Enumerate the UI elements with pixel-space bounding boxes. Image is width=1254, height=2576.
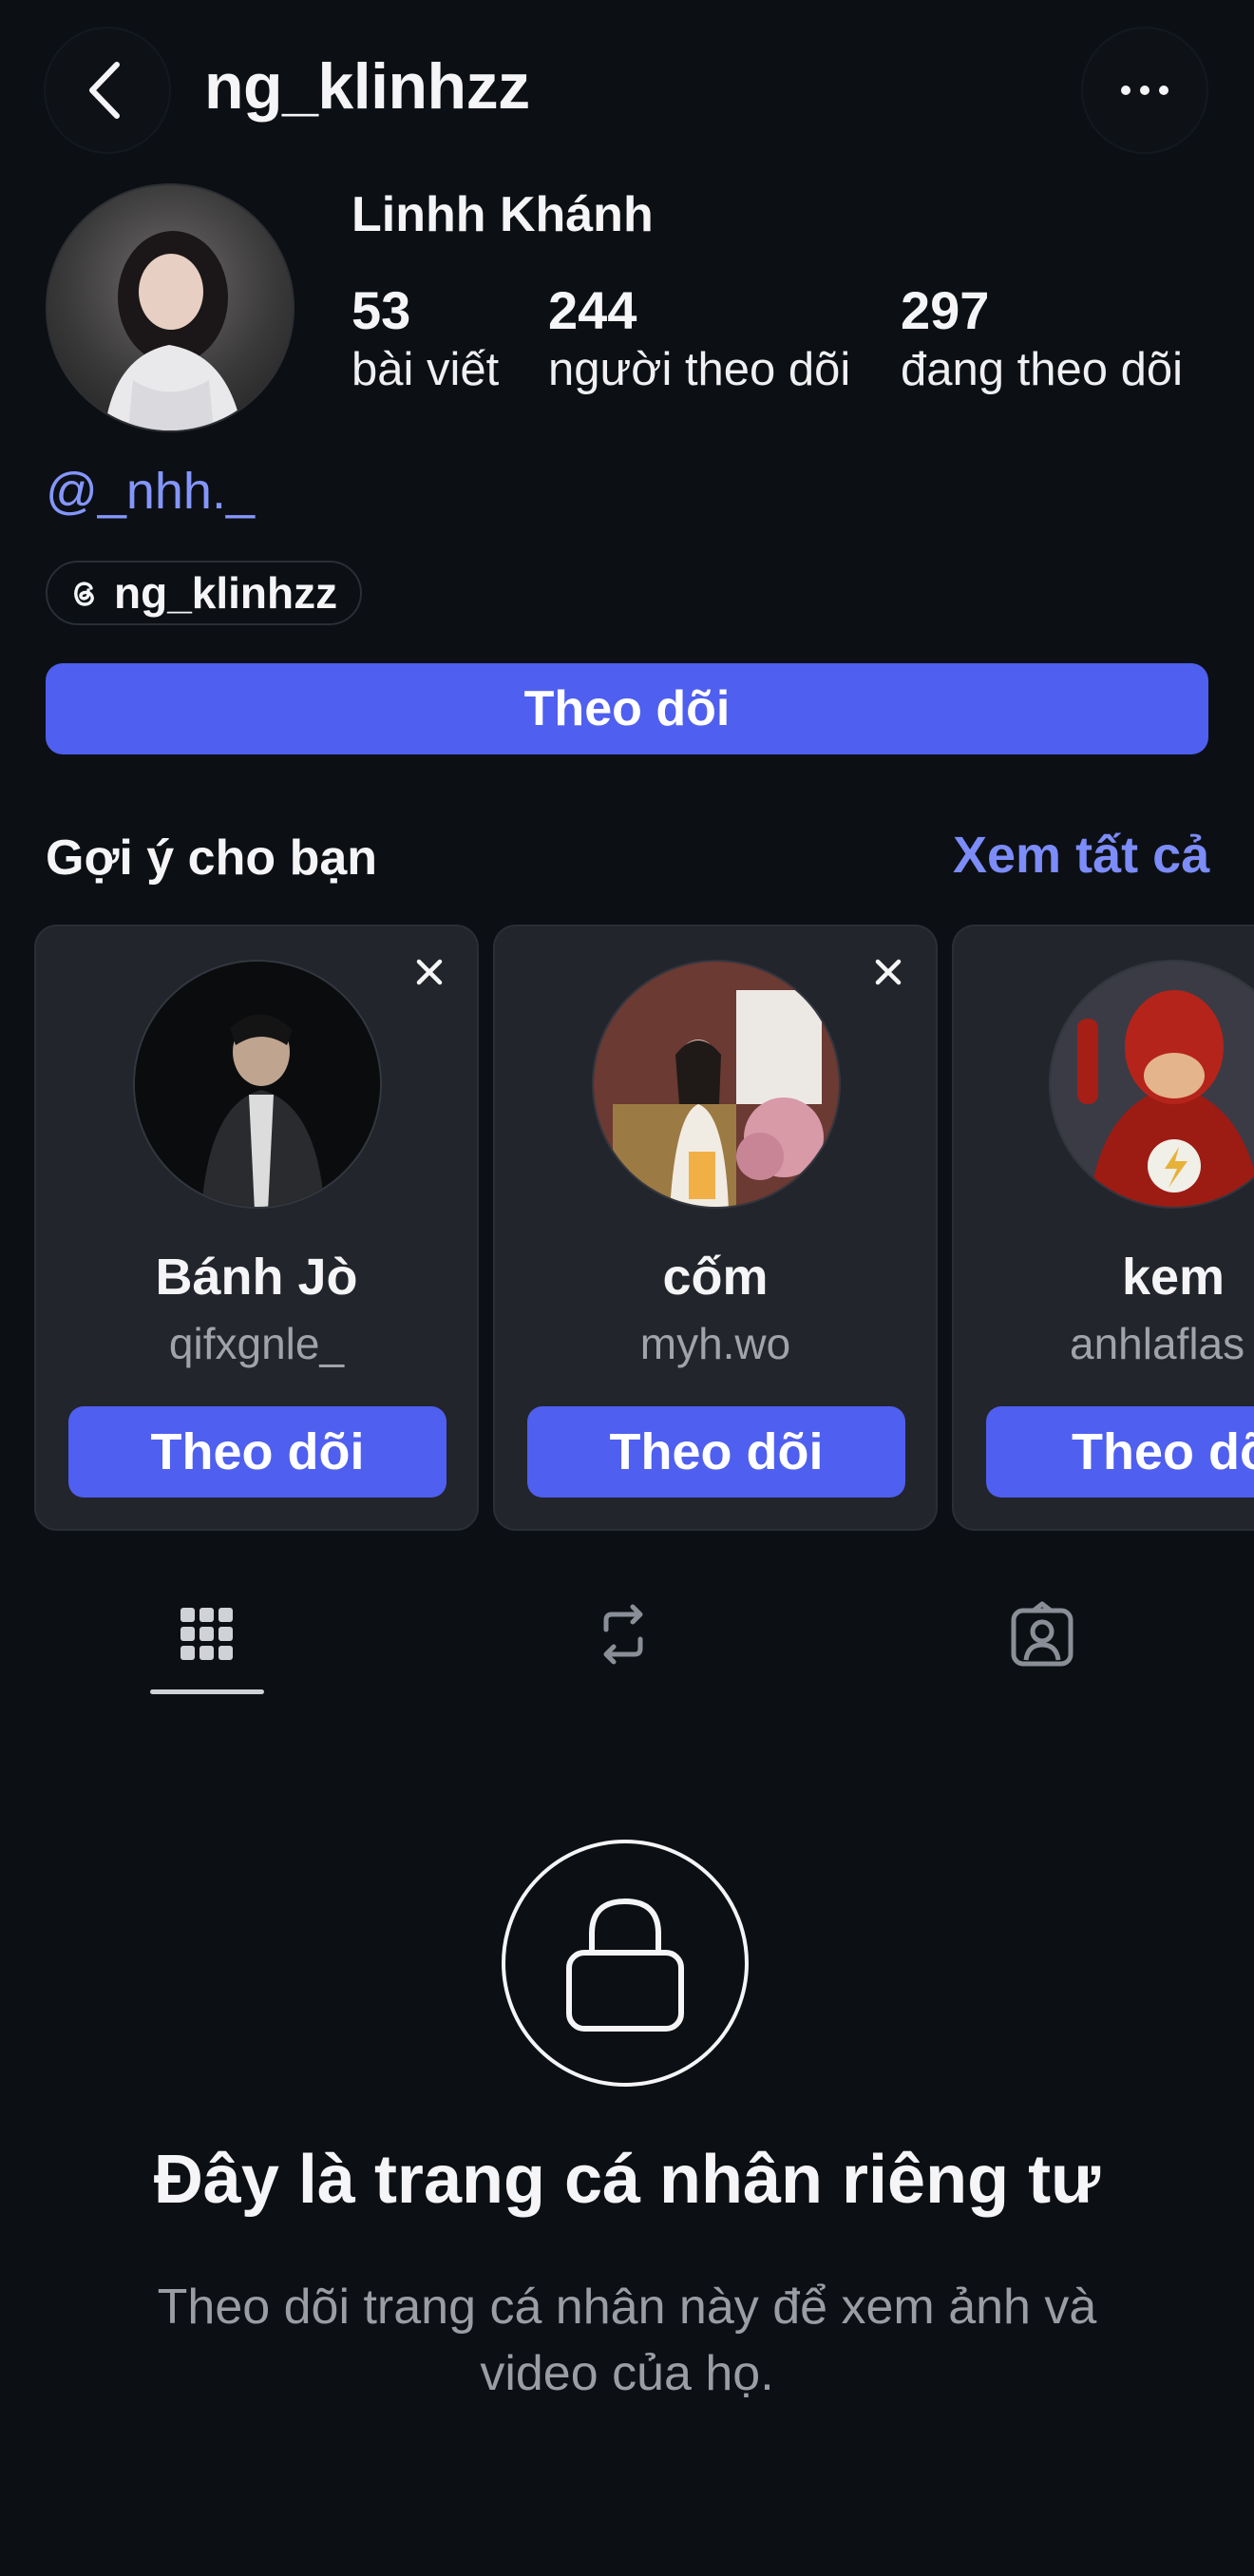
see-all-link[interactable]: Xem tất cả: [953, 826, 1209, 885]
close-icon: [416, 959, 443, 985]
suggestion-follow-button[interactable]: Theo dõi: [527, 1406, 905, 1498]
stat-following[interactable]: 297 đang theo dõi: [901, 280, 1183, 398]
follow-button[interactable]: Theo dõi: [46, 663, 1208, 754]
profile-photo: [104, 231, 242, 430]
suggestions-title: Gợi ý cho bạn: [46, 830, 378, 886]
stat-followers-value: 244: [548, 280, 637, 340]
repost-icon: [603, 1604, 643, 1665]
stat-following-label: đang theo dõi: [901, 344, 1183, 395]
grid-icon: [180, 1608, 233, 1660]
threads-handle: ng_klinhzz: [114, 568, 338, 618]
dismiss-suggestion-button[interactable]: [860, 944, 917, 1001]
suggestion-name: cốm: [662, 1249, 769, 1306]
tab-tagged[interactable]: [995, 1587, 1090, 1682]
suggestion-avatar[interactable]: [592, 960, 841, 1209]
back-button[interactable]: [46, 29, 169, 152]
stat-posts: 53 bài viết: [352, 280, 499, 398]
suggestion-card[interactable]: kem anhlaflas Theo dõi: [952, 925, 1254, 1531]
ellipsis-icon: [1121, 86, 1168, 95]
suggestion-follow-button[interactable]: Theo dõi: [68, 1406, 446, 1498]
private-account-title: Đây là trang cá nhân riêng tư: [153, 2142, 1101, 2218]
suggestion-handle: anhlaflas: [1070, 1319, 1245, 1368]
threads-badge[interactable]: ng_klinhzz: [46, 561, 363, 625]
more-options-button[interactable]: [1083, 29, 1206, 152]
threads-icon: [74, 582, 94, 606]
stat-posts-value: 53: [352, 280, 411, 340]
stat-followers[interactable]: 244 người theo dõi: [548, 280, 850, 398]
chevron-left-icon: [89, 62, 120, 119]
suggestion-card[interactable]: cốm myh.wo Theo dõi: [493, 925, 938, 1531]
suggestion-photo: [594, 962, 839, 1207]
profile-username: ng_klinhzz: [204, 50, 530, 123]
bio-mention-link[interactable]: @_nhh._: [46, 462, 255, 521]
close-icon: [875, 959, 902, 985]
suggestion-photo: [1051, 962, 1254, 1207]
stat-following-value: 297: [901, 280, 990, 340]
suggestion-name: Bánh Jò: [155, 1249, 358, 1306]
profile-avatar[interactable]: [46, 183, 294, 432]
private-lock-badge: [502, 1840, 749, 2087]
suggestion-name: kem: [1121, 1249, 1226, 1306]
suggestion-avatar[interactable]: [1049, 960, 1254, 1209]
suggestion-handle: myh.wo: [639, 1319, 791, 1368]
dismiss-suggestion-button[interactable]: [401, 944, 458, 1001]
suggestion-handle: qifxgnle_: [168, 1319, 345, 1368]
stat-followers-label: người theo dõi: [548, 344, 851, 395]
suggestion-photo: [135, 962, 380, 1207]
lock-icon: [566, 1898, 684, 2032]
private-account-description: Theo dõi trang cá nhân này để xem ảnh và…: [157, 2280, 1097, 2401]
tab-reposts[interactable]: [576, 1587, 671, 1682]
suggestion-card[interactable]: Bánh Jò qifxgnle_ Theo dõi: [34, 925, 479, 1531]
display-name: Linhh Khánh: [352, 187, 654, 242]
tagged-icon: [1011, 1601, 1074, 1667]
active-tab-indicator: [150, 1689, 264, 1694]
stat-posts-label: bài viết: [352, 344, 500, 395]
tab-posts[interactable]: [160, 1587, 255, 1682]
suggestion-follow-button[interactable]: Theo dõi: [986, 1406, 1254, 1498]
suggestion-avatar[interactable]: [133, 960, 382, 1209]
